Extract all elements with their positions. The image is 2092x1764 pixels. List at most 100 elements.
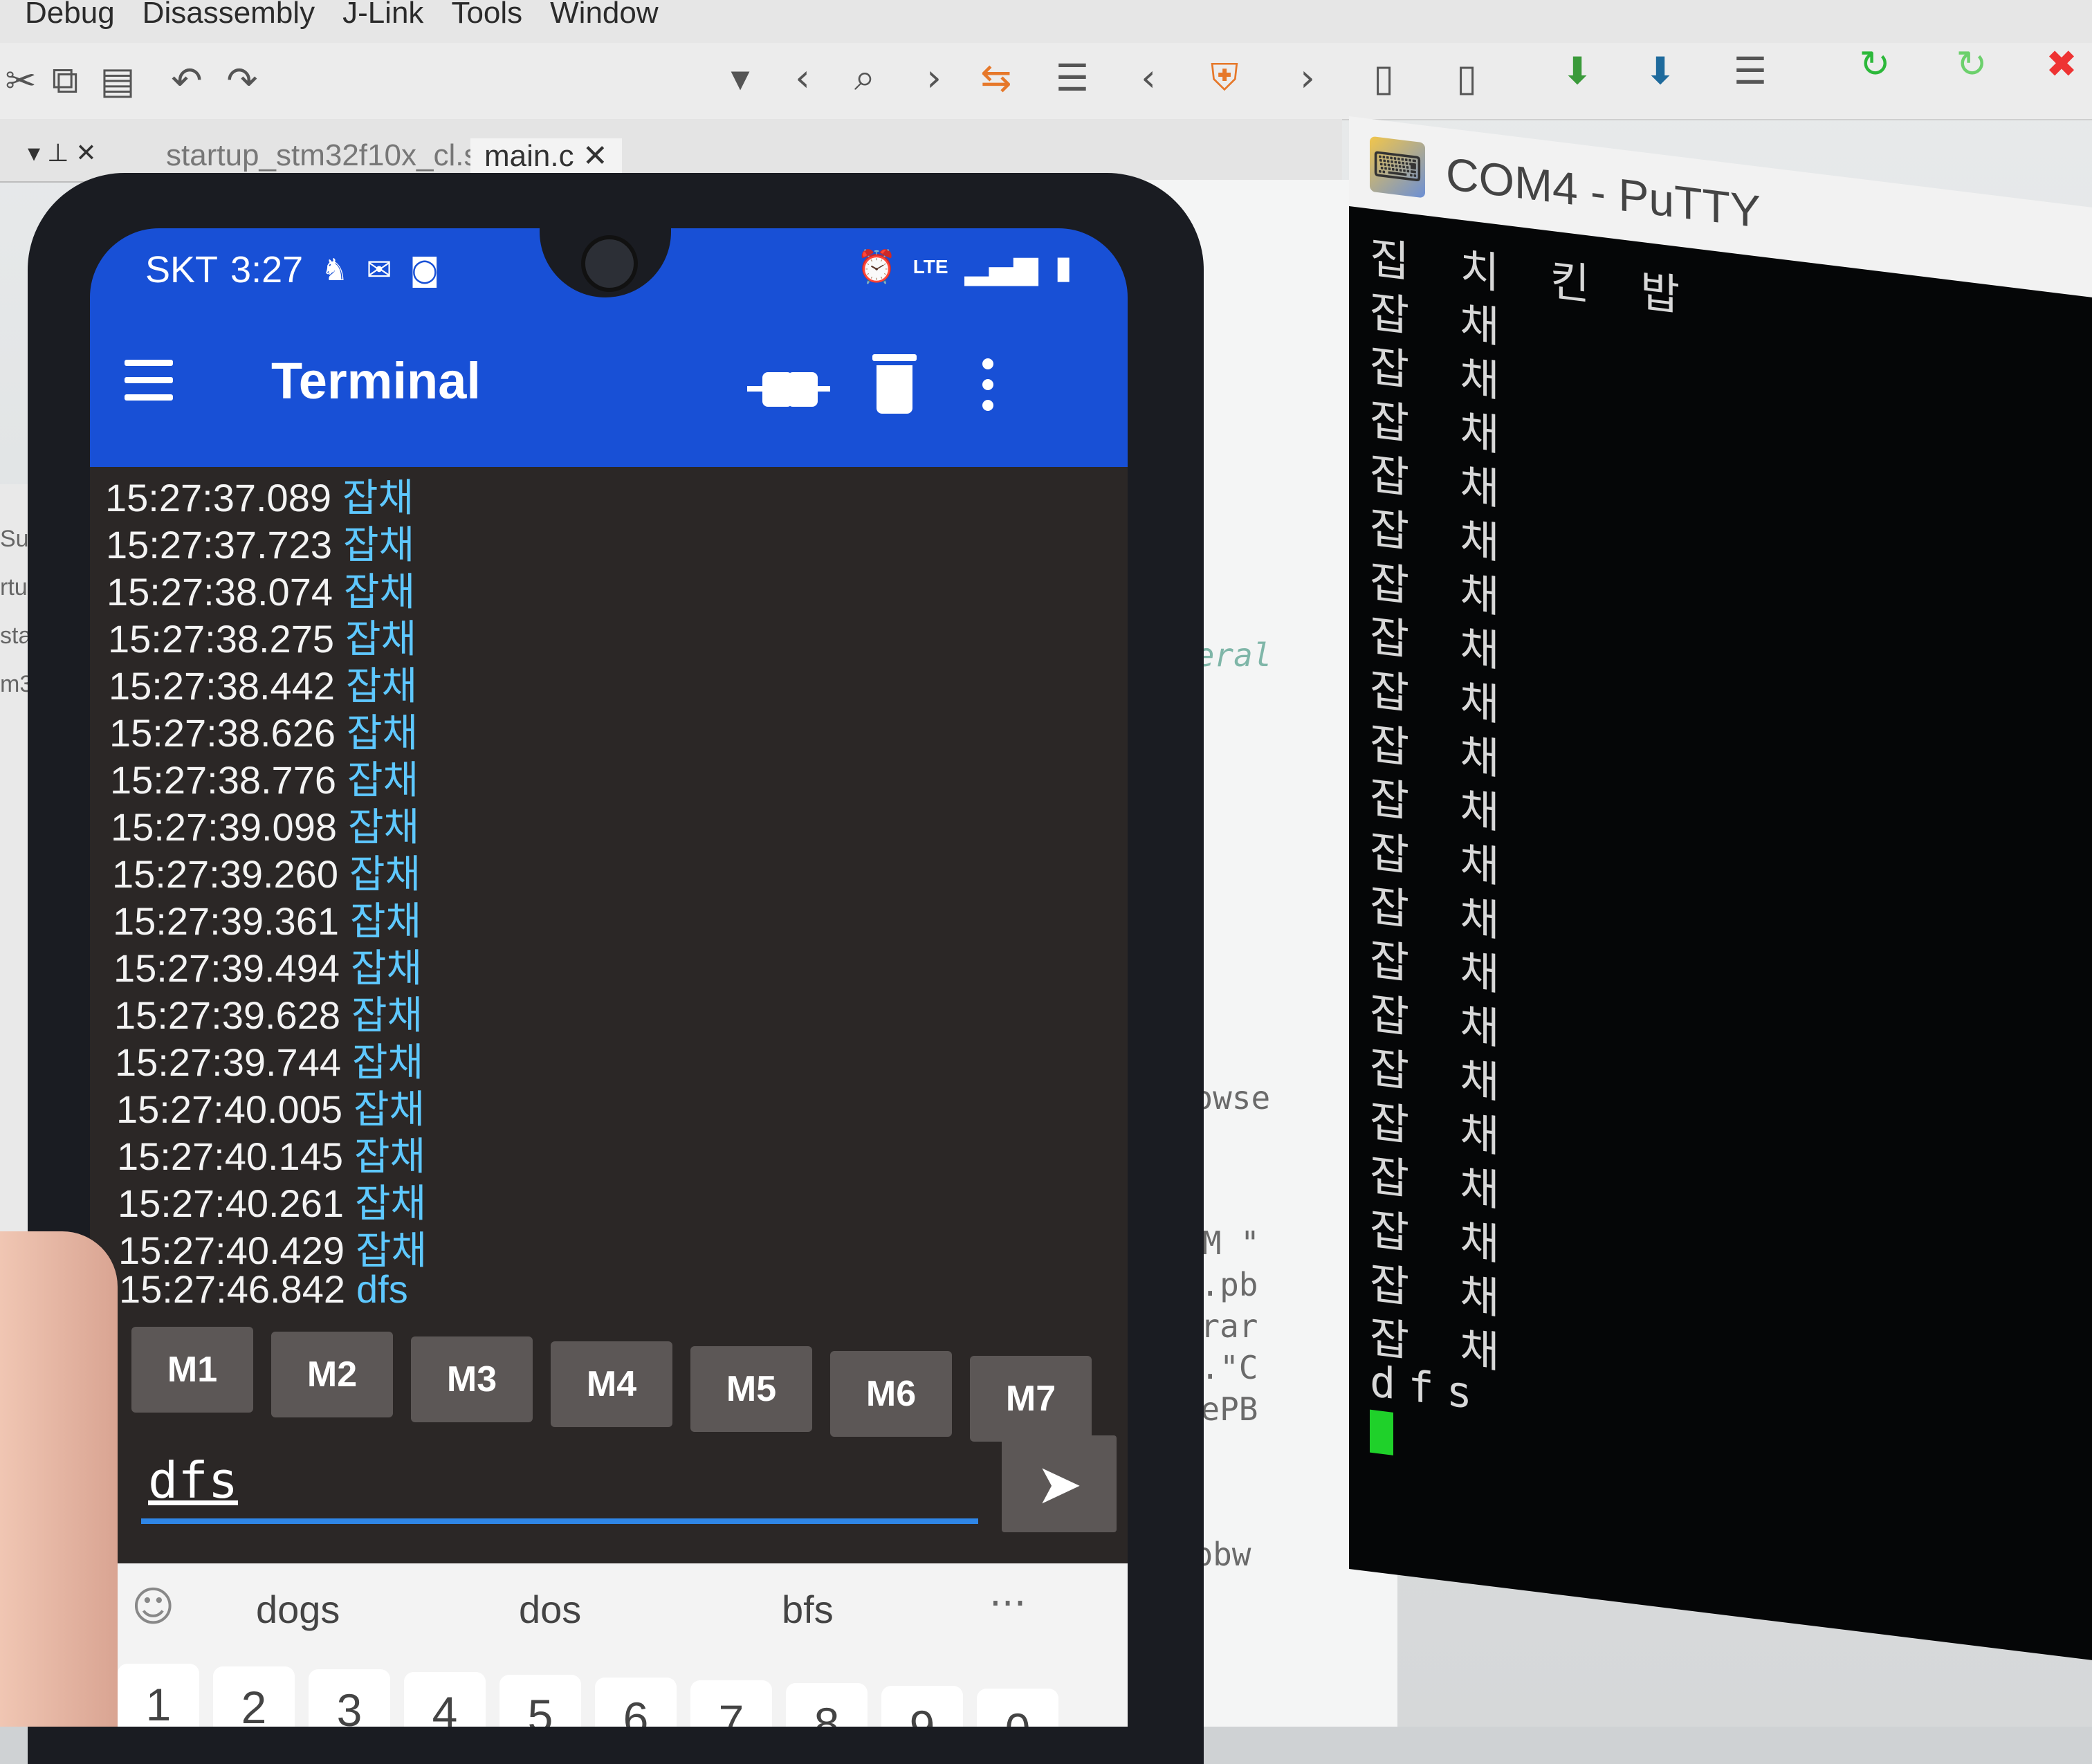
log-message: 잡채 — [351, 993, 423, 1037]
search-icon[interactable]: ⌕ — [844, 55, 886, 99]
app-title: Terminal — [271, 352, 481, 410]
macro-button-m5[interactable]: M5 — [690, 1346, 812, 1432]
key-0[interactable]: 0 — [977, 1689, 1058, 1727]
phone-screen: SKT 3:27 ♞ ✉ ◙ ⏰ LTE ▂▄▆ ▮ Terminal 15:2… — [90, 228, 1128, 1727]
menu-jlink[interactable]: J-Link — [342, 0, 423, 30]
log-timestamp: 15:27:39.260 — [112, 852, 338, 896]
emoji-icon[interactable]: ☺ — [131, 1583, 175, 1631]
download-shield-icon[interactable]: ⬇ — [1640, 49, 1681, 93]
log-timestamp: 15:27:39.628 — [114, 993, 340, 1037]
log-message: 잡채 — [347, 805, 420, 849]
log-timestamp: 15:27:38.626 — [109, 711, 336, 755]
paste-icon[interactable]: ▤ — [97, 59, 138, 102]
log-timestamp: 15:27:46.842 — [119, 1267, 345, 1311]
macro-button-m7[interactable]: M7 — [970, 1356, 1092, 1442]
log-message: 잡채 — [350, 946, 423, 990]
redo-icon[interactable]: ↷ — [221, 59, 263, 102]
more-vert-icon[interactable] — [982, 358, 999, 421]
shield-icon[interactable]: ⛨ — [1204, 55, 1245, 99]
log-message: 잡채 — [349, 852, 421, 896]
copy-icon[interactable]: ⧉ — [44, 58, 86, 102]
more-suggestions-icon[interactable]: ··· — [989, 1581, 1026, 1626]
status-time: 3:27 — [230, 249, 304, 291]
log-timestamp: 15:27:39.361 — [113, 899, 339, 943]
log-message: 잡채 — [354, 1182, 427, 1225]
nav-forward-icon[interactable]: › — [913, 56, 955, 100]
list-icon[interactable]: ☰ — [1729, 49, 1771, 93]
refresh-icon[interactable]: ↻ — [1854, 42, 1896, 86]
page-forward-icon[interactable]: ▯ — [1446, 56, 1487, 100]
putty-terminal-output[interactable]: 집 치 킨 밥잡 채잡 채잡 채잡 채잡 채잡 채잡 채잡 채잡 채잡 채잡 채… — [1349, 206, 2092, 1660]
alarm-icon: ⏰ — [856, 248, 897, 285]
key-2[interactable]: 2 — [213, 1666, 295, 1727]
macro-button-m3[interactable]: M3 — [411, 1336, 533, 1422]
log-message: 잡채 — [347, 758, 419, 802]
log-message: 잡채 — [351, 1040, 424, 1084]
menu-debug[interactable]: Debug — [25, 0, 115, 30]
key-1[interactable]: 1 — [118, 1664, 199, 1727]
close-tab-icon[interactable]: ✕ — [582, 139, 608, 173]
log-row: 15:27:46.842 dfs — [119, 1267, 408, 1312]
log-message: 잡채 — [342, 476, 414, 520]
key-6[interactable]: 6 — [595, 1678, 677, 1727]
log-message: 잡채 — [349, 899, 422, 943]
number-key-row: 1234567890 — [118, 1664, 1114, 1727]
send-bar: ➤ — [90, 1435, 1128, 1546]
key-5[interactable]: 5 — [499, 1675, 581, 1727]
stop-icon[interactable]: ✖ — [2041, 42, 2082, 86]
macro-button-m1[interactable]: M1 — [131, 1327, 253, 1413]
notification-icon: ♞ — [321, 252, 349, 288]
download-icon[interactable]: ⬇ — [1557, 49, 1598, 93]
key-3[interactable]: 3 — [309, 1669, 390, 1727]
dropdown-arrow-icon[interactable]: ▾ — [719, 56, 761, 100]
log-message: 잡채 — [346, 711, 419, 755]
page-icon[interactable]: ▯ — [1363, 56, 1404, 100]
log-message: 잡채 — [355, 1229, 428, 1272]
suggestion-3[interactable]: bfs — [782, 1587, 834, 1632]
hamburger-menu-icon[interactable] — [125, 360, 180, 408]
log-message: 잡채 — [345, 617, 417, 661]
reload-icon[interactable]: ↻ — [1951, 42, 1992, 86]
status-right-icons: ⏰ LTE ▂▄▆ ▮ — [856, 248, 1072, 286]
macro-button-m4[interactable]: M4 — [551, 1341, 672, 1427]
trash-icon[interactable] — [872, 354, 917, 418]
macro-button-m6[interactable]: M6 — [830, 1351, 952, 1437]
macro-button-m2[interactable]: M2 — [271, 1332, 393, 1417]
send-arrow-icon: ➤ — [1036, 1451, 1083, 1516]
prev-icon[interactable]: ‹ — [1128, 56, 1169, 100]
log-timestamp: 15:27:37.089 — [105, 476, 331, 520]
swap-icon[interactable]: ⇆ — [975, 56, 1017, 100]
terminal-log[interactable]: 15:27:37.089 잡채 15:27:37.723 잡채 15:27:38.074… — [105, 467, 1101, 1325]
log-timestamp: 15:27:38.442 — [109, 664, 335, 708]
suggestion-1[interactable]: dogs — [256, 1587, 340, 1632]
menu-tools[interactable]: Tools — [451, 0, 522, 30]
status-carrier: SKT — [145, 249, 219, 291]
key-4[interactable]: 4 — [404, 1672, 486, 1727]
cut-icon[interactable]: ✂ — [0, 59, 42, 102]
key-9[interactable]: 9 — [881, 1686, 963, 1727]
key-7[interactable]: 7 — [690, 1680, 772, 1727]
menu-disassembly[interactable]: Disassembly — [143, 0, 315, 30]
menu-window[interactable]: Window — [550, 0, 659, 30]
log-timestamp: 15:27:40.261 — [118, 1182, 344, 1225]
network-type: LTE — [912, 255, 948, 277]
connect-plug-icon[interactable] — [747, 356, 830, 422]
next-icon[interactable]: › — [1287, 56, 1328, 100]
list-indent-icon[interactable]: ☰ — [1052, 56, 1093, 100]
ide-menubar: Debug Disassembly J-Link Tools Window — [0, 0, 2092, 48]
log-timestamp: 15:27:39.494 — [113, 946, 340, 990]
send-input[interactable] — [141, 1442, 978, 1524]
undo-icon[interactable]: ↶ — [166, 59, 208, 102]
panel-fragment: Su — [0, 526, 29, 552]
front-camera — [581, 235, 638, 292]
app-bar: Terminal — [90, 311, 1128, 467]
log-timestamp: 15:27:38.074 — [107, 570, 333, 614]
log-message: 잡채 — [343, 570, 416, 614]
log-timestamp: 15:27:40.429 — [118, 1229, 345, 1272]
send-button[interactable]: ➤ — [1002, 1435, 1117, 1532]
tab-options-icon[interactable]: ▾ ⊥ ✕ — [14, 138, 111, 178]
nav-back-icon[interactable]: ‹ — [782, 56, 823, 100]
suggestion-2[interactable]: dos — [519, 1587, 581, 1632]
log-timestamp: 15:27:38.776 — [110, 758, 336, 802]
key-8[interactable]: 8 — [786, 1683, 868, 1727]
